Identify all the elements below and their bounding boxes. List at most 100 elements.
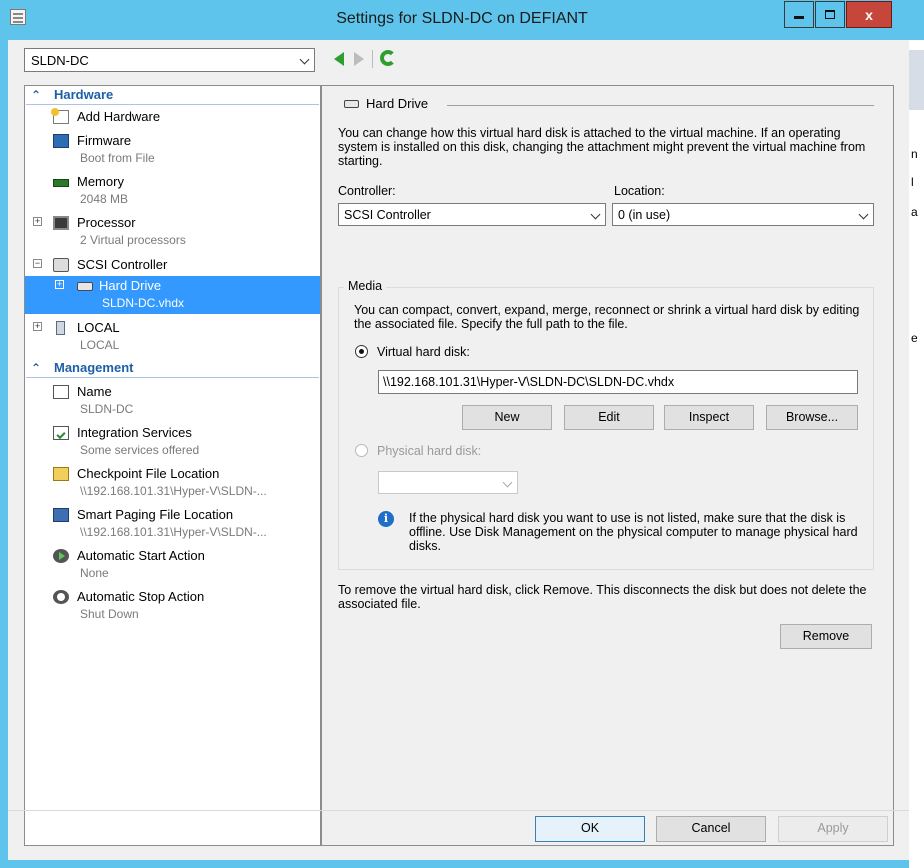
hard-drive-icon <box>77 282 93 291</box>
collapse-chevron-icon: ⌃ <box>31 361 42 375</box>
tree-item-detail: 2 Virtual processors <box>80 233 186 247</box>
tree-item-scsi-controller[interactable]: − SCSI Controller <box>25 255 320 275</box>
tree-item-add-hardware[interactable]: Add Hardware <box>25 107 320 127</box>
expand-plus-icon[interactable]: + <box>55 280 64 289</box>
tree-item-label: Firmware <box>77 133 132 148</box>
tree-item-detail: Some services offered <box>80 443 200 457</box>
chevron-down-icon <box>590 209 601 220</box>
back-arrow-icon[interactable] <box>334 52 344 66</box>
minimize-icon <box>794 16 804 19</box>
expand-plus-icon[interactable]: + <box>33 217 42 226</box>
checkpoint-folder-icon <box>53 467 69 481</box>
tree-item-detail: None <box>80 566 109 580</box>
tree-item-detail: SLDN-DC <box>80 402 134 416</box>
tree-item-detail: 2048 MB <box>80 192 129 206</box>
processor-icon <box>53 216 69 230</box>
tree-item-label: Automatic Stop Action <box>77 589 205 604</box>
media-group-label: Media <box>344 279 387 293</box>
integration-services-icon <box>53 426 69 440</box>
forward-arrow-icon[interactable] <box>354 52 364 66</box>
vhd-path-value: \\192.168.101.31\Hyper-V\SLDN-DC\SLDN-DC… <box>383 375 675 389</box>
local-drive-icon <box>56 321 65 335</box>
tree-item-memory[interactable]: Memory 2048 MB <box>25 172 320 210</box>
footer-divider <box>8 810 909 811</box>
hard-drive-group-title: Hard Drive <box>344 96 428 111</box>
peek-char: n <box>911 147 918 161</box>
info-icon: i <box>378 511 394 527</box>
tree-item-hard-drive[interactable]: + Hard Drive SLDN-DC.vhdx <box>25 276 320 314</box>
close-button[interactable]: x <box>846 1 892 28</box>
background-strip <box>909 50 924 110</box>
tree-item-label: Memory <box>77 174 124 189</box>
group-title-label: Hard Drive <box>366 96 429 111</box>
tree-item-local[interactable]: + LOCAL LOCAL <box>25 318 320 356</box>
minimize-button[interactable] <box>784 1 814 28</box>
new-button[interactable]: New <box>462 405 552 430</box>
management-section-header[interactable]: ⌃ Management <box>26 360 319 378</box>
close-icon: x <box>865 6 873 23</box>
tree-item-integration-services[interactable]: Integration Services Some services offer… <box>25 423 320 461</box>
memory-icon <box>53 179 69 187</box>
background-window-peek: n l a e <box>909 40 924 868</box>
peek-char: l <box>911 175 914 189</box>
collapse-minus-icon[interactable]: − <box>33 259 42 268</box>
remove-button[interactable]: Remove <box>780 624 872 649</box>
intro-text: You can change how this virtual hard dis… <box>338 126 866 168</box>
ok-button[interactable]: OK <box>535 816 645 842</box>
tree-item-detail: SLDN-DC.vhdx <box>102 296 185 310</box>
tree-item-automatic-stop[interactable]: Automatic Stop Action Shut Down <box>25 587 320 625</box>
peek-char: e <box>911 331 918 345</box>
vm-selector-value: SLDN-DC <box>31 53 89 68</box>
firmware-icon <box>53 134 69 148</box>
location-dropdown[interactable]: 0 (in use) <box>612 203 874 226</box>
maximize-button[interactable] <box>815 1 845 28</box>
automatic-stop-icon <box>53 590 69 604</box>
virtual-hard-disk-label[interactable]: Virtual hard disk: <box>377 345 470 359</box>
hardware-section-header[interactable]: ⌃ Hardware <box>26 87 319 105</box>
virtual-hard-disk-radio[interactable] <box>355 345 368 358</box>
group-divider <box>447 105 874 106</box>
tree-item-detail: \\192.168.101.31\Hyper-V\SLDN-... <box>80 484 267 498</box>
tree-item-firmware[interactable]: Firmware Boot from File <box>25 131 320 169</box>
chevron-down-icon <box>299 54 310 65</box>
settings-window: Settings for SLDN-DC on DEFIANT x n l a … <box>0 0 924 868</box>
settings-tree[interactable]: ⌃ Hardware Add Hardware Firmware Boot fr… <box>24 85 321 846</box>
browse-button[interactable]: Browse... <box>766 405 858 430</box>
tree-item-label: Hard Drive <box>99 278 162 293</box>
maximize-icon <box>825 10 835 19</box>
chevron-down-icon <box>502 477 513 488</box>
physical-hard-disk-label[interactable]: Physical hard disk: <box>377 444 481 458</box>
section-label: Hardware <box>54 87 114 102</box>
tree-item-smart-paging-location[interactable]: Smart Paging File Location \\192.168.101… <box>25 505 320 543</box>
tree-item-detail: Shut Down <box>80 607 139 621</box>
chevron-down-icon <box>858 209 869 220</box>
tree-item-processor[interactable]: + Processor 2 Virtual processors <box>25 213 320 251</box>
vhd-path-input[interactable]: \\192.168.101.31\Hyper-V\SLDN-DC\SLDN-DC… <box>378 370 858 394</box>
remove-instructions: To remove the virtual hard disk, click R… <box>338 583 867 611</box>
expand-plus-icon[interactable]: + <box>33 322 42 331</box>
edit-button[interactable]: Edit <box>564 405 654 430</box>
inspect-button[interactable]: Inspect <box>664 405 754 430</box>
tree-item-automatic-start[interactable]: Automatic Start Action None <box>25 546 320 584</box>
apply-button[interactable]: Apply <box>778 816 888 842</box>
add-hardware-icon <box>51 108 69 124</box>
title-bar[interactable]: Settings for SLDN-DC on DEFIANT x <box>0 0 924 40</box>
hard-drive-icon <box>344 99 359 108</box>
hard-drive-settings-panel: Hard Drive You can change how this virtu… <box>320 85 894 846</box>
physical-disk-info-text: If the physical hard disk you want to us… <box>409 511 858 553</box>
section-label: Management <box>54 360 134 375</box>
toolbar-separator <box>372 50 373 68</box>
refresh-icon[interactable] <box>380 50 396 66</box>
dialog-client-area: SLDN-DC ⌃ Hardware Add Hardware Firmware… <box>8 40 909 860</box>
smart-paging-icon <box>53 508 69 522</box>
controller-dropdown[interactable]: SCSI Controller <box>338 203 606 226</box>
vm-selector-dropdown[interactable]: SLDN-DC <box>24 48 315 72</box>
tree-item-name[interactable]: Name SLDN-DC <box>25 382 320 420</box>
collapse-chevron-icon: ⌃ <box>31 88 42 102</box>
physical-hard-disk-radio[interactable] <box>355 444 368 457</box>
name-icon <box>53 385 69 399</box>
tree-item-checkpoint-location[interactable]: Checkpoint File Location \\192.168.101.3… <box>25 464 320 502</box>
tree-item-label: Checkpoint File Location <box>77 466 220 481</box>
physical-disk-dropdown[interactable] <box>378 471 518 494</box>
cancel-button[interactable]: Cancel <box>656 816 766 842</box>
